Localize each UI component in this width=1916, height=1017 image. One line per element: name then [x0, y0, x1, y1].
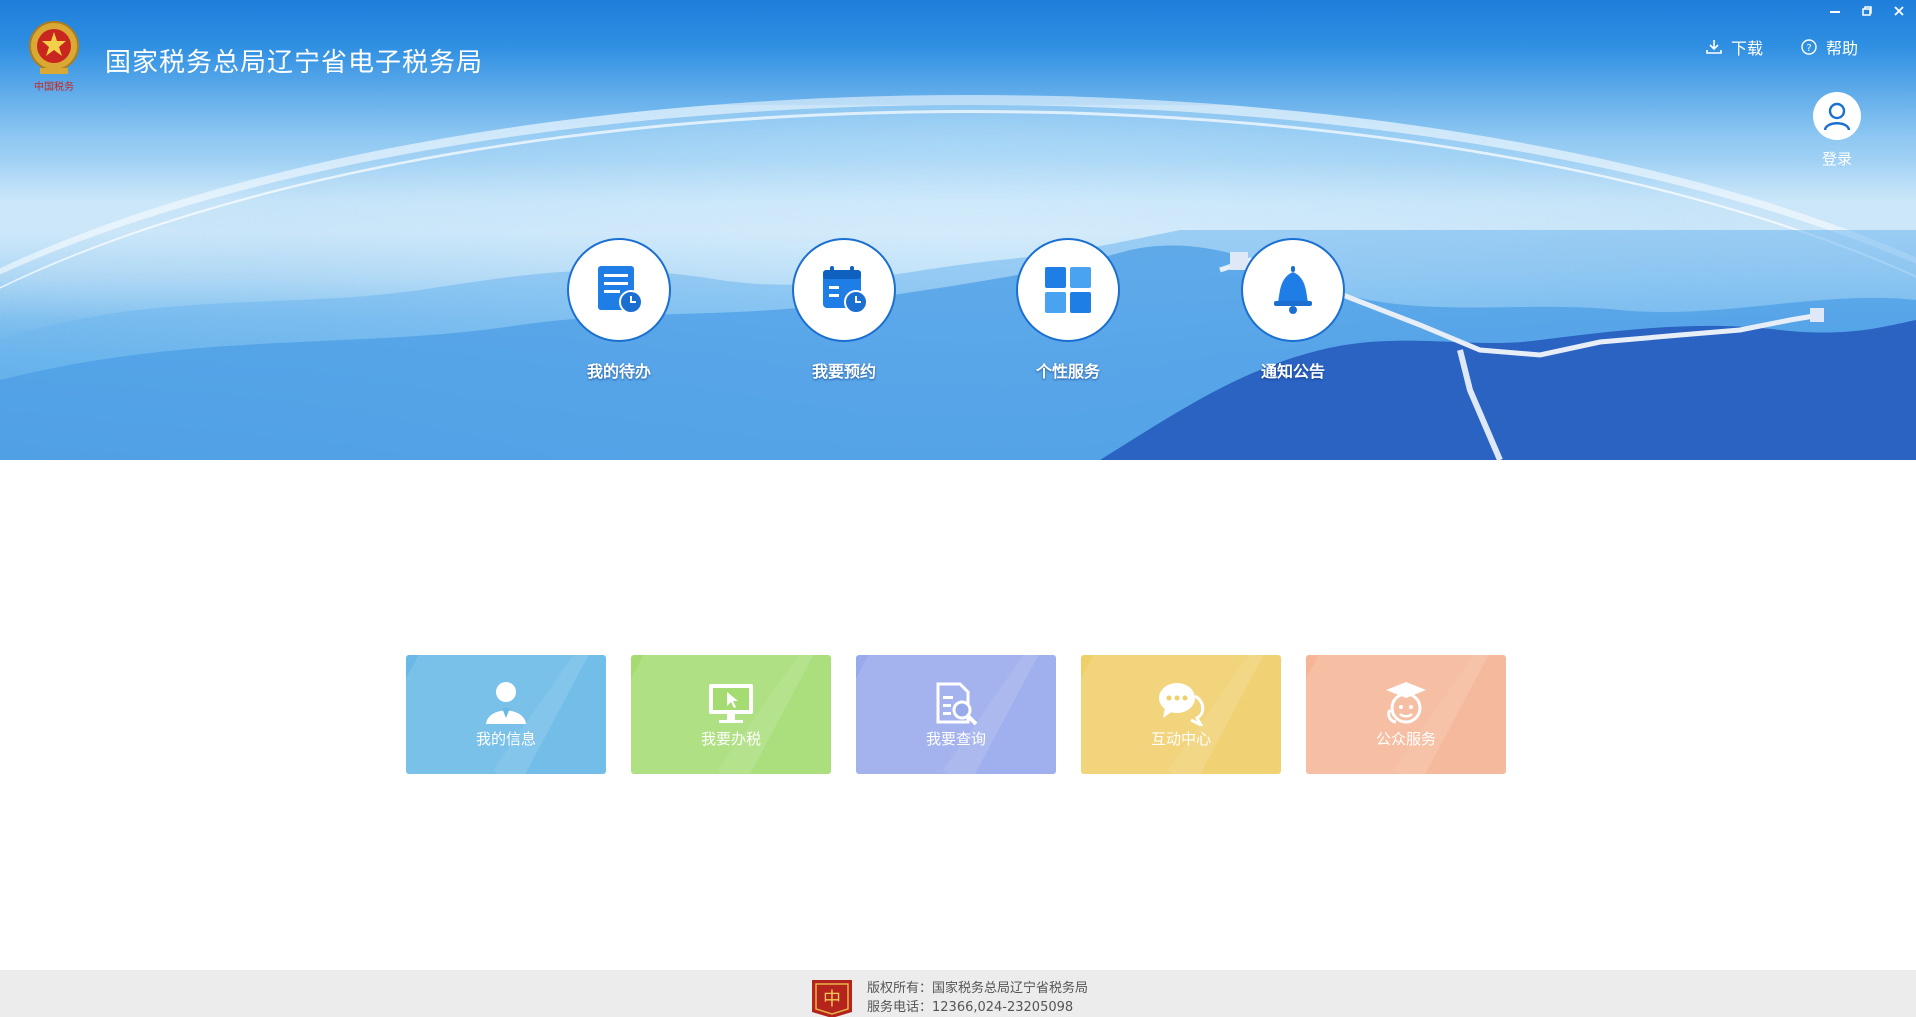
search-document-icon	[936, 682, 978, 726]
quick-nav-label: 我的待办	[586, 362, 651, 381]
tile-handle-tax[interactable]: 我要办税	[631, 655, 831, 774]
login-button[interactable]: 登录	[1810, 92, 1864, 169]
todo-list-icon	[567, 238, 671, 342]
app-window: 中国税务 国家税务总局辽宁省电子税务局 下载 ? 帮助 登录 我的待办 我要预约…	[0, 0, 1916, 1017]
window-controls	[1828, 4, 1906, 18]
footer-phone: 服务电话：12366,024-23205098	[867, 1000, 1074, 1015]
user-avatar-icon	[1813, 92, 1861, 140]
footer-text: 版权所有：国家税务总局辽宁省税务局 服务电话：12366,024-2320509…	[867, 979, 1088, 1017]
tax-bureau-logo-icon: 中国税务	[29, 21, 79, 93]
footer: 中 版权所有：国家税务总局辽宁省税务局 服务电话：12366,024-23205…	[0, 970, 1916, 1017]
tax-emblem-icon: 中	[812, 980, 852, 1017]
tile-interaction-center[interactable]: 互动中心	[1081, 655, 1281, 774]
download-link[interactable]: 下载	[1705, 35, 1763, 59]
header-banner: 中国税务 国家税务总局辽宁省电子税务局 下载 ? 帮助 登录 我的待办 我要预约…	[0, 0, 1916, 460]
chat-icon	[1159, 683, 1205, 726]
tile-label: 我要查询	[925, 730, 986, 748]
close-icon[interactable]	[1892, 4, 1906, 18]
footer-copyright: 版权所有：国家税务总局辽宁省税务局	[867, 981, 1089, 996]
minimize-icon[interactable]	[1828, 4, 1842, 18]
tile-label: 我的信息	[475, 730, 536, 748]
monitor-icon	[709, 684, 753, 723]
download-icon	[1706, 40, 1722, 54]
quick-nav-label: 我要预约	[811, 362, 876, 381]
svg-text:?: ?	[1806, 43, 1811, 54]
calendar-clock-icon	[792, 238, 896, 342]
tile-label: 我要办税	[700, 730, 761, 748]
tile-public-service[interactable]: 公众服务	[1306, 655, 1506, 774]
grid-icon	[1016, 238, 1120, 342]
svg-text:中: 中	[823, 989, 841, 1010]
download-label: 下载	[1731, 39, 1764, 58]
help-label: 帮助	[1826, 39, 1859, 58]
quick-nav-personal-service[interactable]: 个性服务	[1013, 238, 1123, 382]
great-wall-mountains	[0, 230, 1916, 460]
quick-nav-appointment[interactable]: 我要预约	[789, 238, 899, 382]
login-label: 登录	[1821, 150, 1852, 168]
help-link[interactable]: ? 帮助	[1800, 35, 1858, 59]
quick-nav-label: 通知公告	[1260, 362, 1325, 381]
tile-label: 公众服务	[1375, 730, 1436, 748]
restore-icon[interactable]	[1860, 4, 1874, 18]
help-icon: ?	[1801, 39, 1817, 55]
bell-icon	[1241, 238, 1345, 342]
quick-nav-notice[interactable]: 通知公告	[1238, 238, 1348, 382]
graduate-icon	[1386, 682, 1426, 724]
tile-query[interactable]: 我要查询	[856, 655, 1056, 774]
tile-my-info[interactable]: 我的信息	[406, 655, 606, 774]
svg-text:中国税务: 中国税务	[34, 80, 74, 93]
site-title: 国家税务总局辽宁省电子税务局	[105, 48, 484, 78]
user-icon	[486, 682, 526, 724]
quick-nav-label: 个性服务	[1035, 362, 1100, 381]
tile-label: 互动中心	[1150, 730, 1211, 748]
quick-nav-todo[interactable]: 我的待办	[564, 238, 674, 382]
